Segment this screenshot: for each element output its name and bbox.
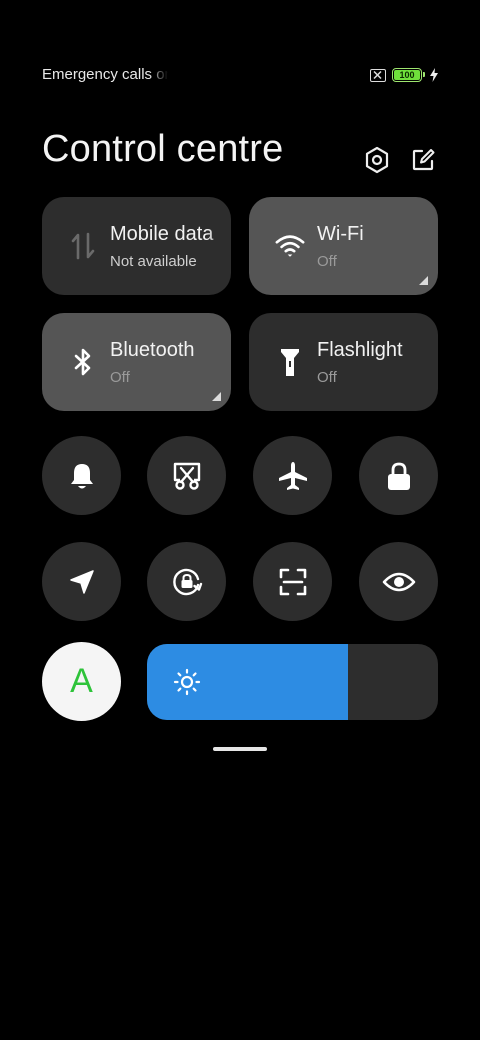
toggle-rotation-lock[interactable] [147, 542, 226, 621]
toggle-airplane-mode[interactable] [253, 436, 332, 515]
tile-label: Bluetooth [110, 339, 195, 361]
toggle-location[interactable] [42, 542, 121, 621]
toggle-reading-mode[interactable] [359, 542, 438, 621]
expand-corner-icon[interactable] [212, 392, 221, 401]
carrier-status-text: Emergency calls only [42, 66, 168, 83]
panel-drag-handle[interactable] [213, 747, 267, 751]
airplane-icon [278, 461, 307, 490]
battery-icon: 100 [392, 68, 425, 82]
sun-icon [173, 668, 201, 696]
status-bar: Emergency calls only 100 [42, 64, 438, 88]
tile-label: Wi-Fi [317, 223, 364, 245]
brightness-slider[interactable] [147, 644, 438, 720]
tile-bluetooth[interactable]: Bluetooth Off [42, 313, 231, 411]
battery-level: 100 [394, 70, 420, 80]
toggle-lock-screen[interactable] [359, 436, 438, 515]
toggle-ringer[interactable] [42, 436, 121, 515]
page-title: Control centre [42, 128, 284, 170]
no-sim-icon [370, 68, 386, 82]
location-icon [69, 569, 94, 594]
auto-brightness-button[interactable]: A [42, 642, 121, 721]
expand-corner-icon[interactable] [419, 276, 428, 285]
rotation-lock-icon [172, 568, 202, 595]
lock-icon [387, 462, 410, 490]
edit-button[interactable] [407, 144, 439, 176]
tile-wifi[interactable]: Wi-Fi Off [249, 197, 438, 295]
tile-label: Mobile data [110, 223, 214, 245]
tile-status: Not available [110, 253, 197, 270]
edit-icon [412, 149, 435, 171]
tile-flashlight[interactable]: Flashlight Off [249, 313, 438, 411]
flashlight-icon [275, 347, 305, 377]
auto-brightness-label: A [70, 662, 93, 700]
screenshot-icon [173, 462, 200, 490]
bluetooth-icon [68, 347, 98, 377]
wifi-icon [275, 231, 305, 261]
toggle-screenshot[interactable] [147, 436, 226, 515]
settings-hexagon-icon [365, 146, 389, 174]
settings-button[interactable] [361, 144, 393, 176]
tile-status: Off [110, 369, 130, 386]
scan-icon [279, 568, 306, 595]
eye-icon [382, 572, 415, 591]
tile-mobile-data[interactable]: Mobile data Not available [42, 197, 231, 295]
tile-label: Flashlight [317, 339, 403, 361]
bell-icon [70, 463, 93, 488]
tile-status: Off [317, 253, 337, 270]
mobile-data-icon [68, 231, 98, 261]
charging-bolt-icon [430, 68, 438, 82]
toggle-scanner[interactable] [253, 542, 332, 621]
status-icons: 100 [370, 68, 438, 82]
tile-status: Off [317, 369, 337, 386]
